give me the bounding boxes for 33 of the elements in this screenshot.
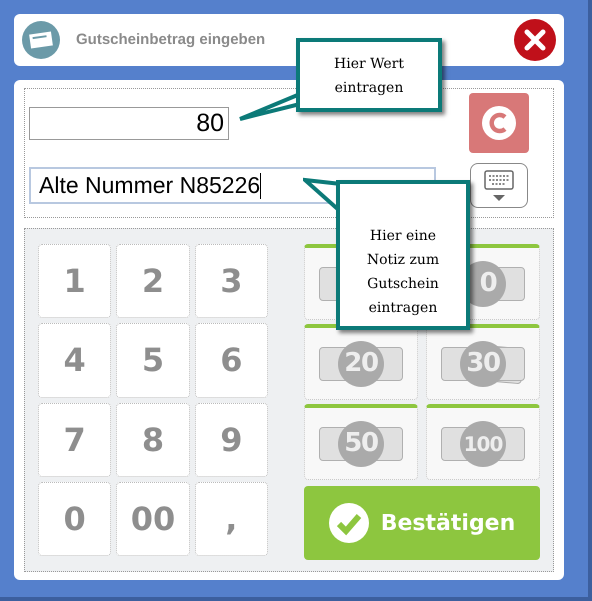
- banknote-button[interactable]: 50: [304, 404, 418, 480]
- hint-tooltip: Hier Wert eintragen: [296, 38, 442, 112]
- clear-icon: [482, 106, 516, 140]
- keyboard-icon: [484, 168, 514, 202]
- close-button[interactable]: [514, 19, 556, 61]
- voucher-icon: [22, 21, 60, 59]
- keypad-key[interactable]: 9: [194, 402, 268, 477]
- check-icon: [328, 503, 369, 543]
- keypad-key[interactable]: 0: [38, 482, 112, 556]
- confirm-button[interactable]: Bestätigen: [304, 486, 540, 560]
- keyboard-button[interactable]: [470, 163, 528, 208]
- banknote-button[interactable]: 100: [426, 404, 540, 480]
- keypad-key[interactable]: 5: [116, 323, 190, 398]
- banknote-value: 30: [460, 340, 506, 386]
- keypad-key[interactable]: 7: [38, 402, 112, 477]
- close-icon: [524, 29, 546, 51]
- keypad-key[interactable]: ,: [194, 482, 268, 556]
- keypad-key[interactable]: 1: [38, 244, 112, 318]
- banknote-value: 20: [338, 340, 384, 386]
- keypad-key[interactable]: 6: [194, 323, 268, 398]
- banknote-value: 50: [338, 420, 384, 466]
- keypad-key[interactable]: 8: [116, 402, 190, 477]
- hint-tooltip: Hier eine Notiz zum Gutschein eintragen: [336, 180, 470, 330]
- keypad-key[interactable]: 3: [194, 244, 268, 318]
- keypad-key[interactable]: 00: [116, 482, 190, 556]
- banknote-stack-button[interactable]: 30: [426, 324, 540, 400]
- banknote-button[interactable]: 20: [304, 324, 418, 400]
- clear-button[interactable]: [469, 93, 529, 153]
- keypad-key[interactable]: 2: [116, 244, 190, 318]
- amount-field[interactable]: 80: [29, 107, 229, 140]
- banknote-value: 100: [460, 420, 506, 466]
- window-title: Gutscheinbetrag eingeben: [76, 30, 266, 50]
- keypad-key[interactable]: 4: [38, 323, 112, 398]
